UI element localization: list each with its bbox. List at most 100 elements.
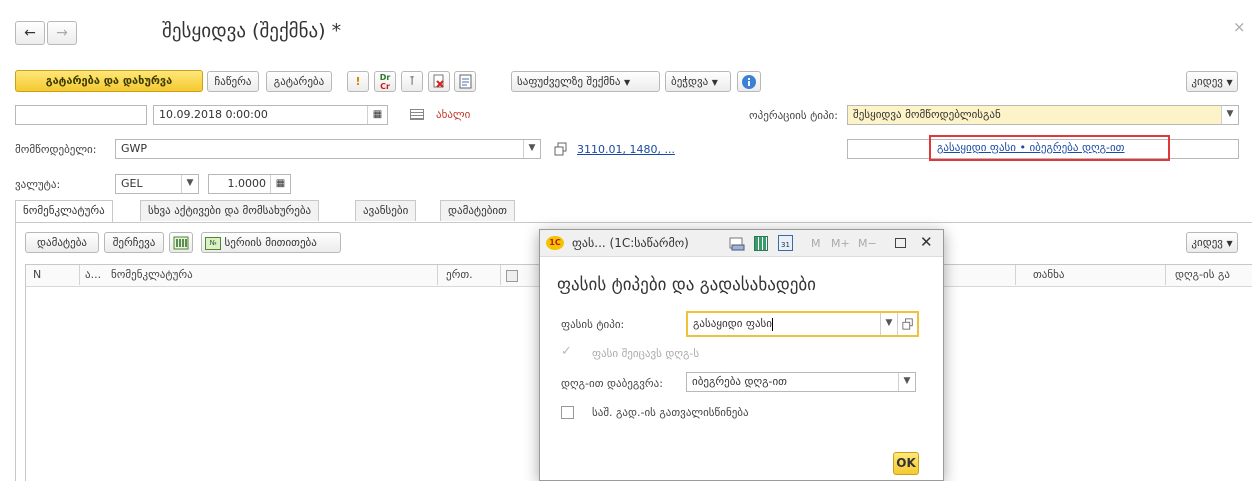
vat-included-checkbox[interactable]: ✓ [561,345,574,359]
warning-icon[interactable]: ! [347,71,369,92]
add-button[interactable]: დამატება [25,232,99,253]
price-types-dialog: 1C ფას... (1C:საწარმო) 31 M M+ M− ✕ ფასი… [539,229,944,481]
tab-nomenclature[interactable]: ნომენკლატურა [15,200,113,222]
back-button[interactable]: ← [15,21,45,45]
calendar-day: 31 [781,241,790,249]
create-based-on-label: საფუძველზე შექმნა [517,75,621,88]
app-logo-icon: 1C [546,236,564,250]
chevron-down-icon: ▼ [1226,239,1233,248]
supplier-field[interactable]: GWP ▼ [115,139,541,159]
memory-button[interactable]: M [811,237,821,250]
column-icon [506,270,518,282]
column-header-amount[interactable]: თანხა [1033,268,1064,282]
chevron-down-icon[interactable]: ▼ [1221,106,1238,124]
dialog-heading: ფასის ტიპები და გადასახადები [557,275,816,295]
operation-type-select[interactable]: შესყიდვა მომწოდებლისგან ▼ [847,105,1239,125]
print-label: ბეჭდვა [671,75,709,88]
calendar-icon[interactable]: ▦ [367,106,387,124]
rate-value: 1.0000 [227,177,267,190]
operation-type-value: შესყიდვა მომწოდებლისგან [853,108,1001,121]
supplier-value: GWP [121,142,148,155]
memory-plus-button[interactable]: M+ [831,237,850,250]
price-type-field[interactable]: გასაყიდი ფასი ▼ [686,311,919,337]
attachment-icon[interactable]: ⊺ [401,71,423,92]
post-and-close-button[interactable]: გატარება და დახურვა [15,70,203,92]
maximize-icon[interactable] [895,238,906,248]
serial-number-icon: № [205,236,221,250]
chevron-down-icon[interactable]: ▼ [523,140,540,158]
column-header-vat[interactable]: დღგ-ის გა [1175,268,1230,282]
column-divider [437,265,438,285]
more-button[interactable]: კიდევ ▼ [1186,71,1238,92]
forward-button[interactable]: → [47,21,77,45]
column-header-a[interactable]: ა... [85,268,101,282]
vat-taxation-label: დღგ-ით დაბეგვრა: [561,377,663,390]
cr-label: Cr [380,82,390,91]
column-divider [79,265,80,285]
report-icon[interactable] [454,71,476,92]
currency-label: ვალუტა: [15,178,61,191]
date-value: 10.09.2018 0:00:00 [159,108,268,121]
dialog-title: ფას... (1C:საწარმო) [572,236,689,250]
column-divider [1015,265,1016,285]
create-based-on-button[interactable]: საფუძველზე შექმნა ▼ [511,71,660,92]
text-cursor [772,317,773,331]
date-field[interactable]: 10.09.2018 0:00:00 ▦ [153,105,388,125]
status-icon [410,109,424,120]
close-icon[interactable]: × [1233,18,1246,36]
number-field[interactable] [15,105,147,125]
operation-type-label: ოპერაციის ტიპი: [749,109,838,122]
close-icon[interactable]: ✕ [920,233,933,251]
currency-value: GEL [121,177,143,190]
chevron-down-icon: ▼ [711,78,718,87]
save-button[interactable]: ჩაწერა [207,71,259,92]
column-header-nomenclature[interactable]: ნომენკლატურა [111,268,193,282]
rate-field[interactable]: 1.0000 ▦ [208,174,291,194]
serial-button[interactable]: № სერიის მითითება [201,232,341,253]
calendar-icon[interactable]: 31 [778,235,793,251]
price-type-label: ფასის ტიპი: [561,318,625,331]
price-type-value: გასაყიდი ფასი [693,317,772,330]
open-icon[interactable] [897,313,917,335]
excise-checkbox[interactable] [561,406,574,419]
excise-label: საშ. გად.-ის გათვალისწინება [592,406,749,419]
print-button[interactable]: ბეჭდვა ▼ [665,71,731,92]
tab-additional[interactable]: დამატებით [440,200,515,221]
price-vat-link[interactable]: გასაყიდი ფასი • იბეგრება დღგ-ით [937,141,1124,155]
status-new-label: ახალი [436,108,471,121]
column-header-unit[interactable]: ერთ. [446,268,473,282]
more-label: კიდევ [1191,75,1223,88]
vat-included-label: ფასი შეიცავს დღგ-ს [592,347,700,360]
column-header-n[interactable]: N [33,268,41,282]
table-more-button[interactable]: კიდევ ▼ [1186,232,1238,253]
barcode-icon[interactable] [169,232,193,253]
table-more-label: კიდევ [1191,236,1223,249]
chevron-down-icon[interactable]: ▼ [880,313,897,335]
calculator-icon[interactable] [754,236,768,251]
column-divider [1165,265,1166,285]
tab-advances[interactable]: ავანსები [355,200,417,221]
vat-taxation-value: იბეგრება დღგ-ით [692,375,787,388]
chevron-down-icon[interactable]: ▼ [898,373,915,391]
window-title: შესყიდვა (შექმნა) * [162,20,342,42]
save-icon[interactable] [729,236,745,251]
calculator-icon[interactable]: ▦ [270,175,290,193]
contract-link[interactable]: 3110.01, 1480, ... [577,143,675,157]
vat-taxation-select[interactable]: იბეგრება დღგ-ით ▼ [686,372,916,392]
serial-label: სერიის მითითება [224,236,317,249]
chevron-down-icon[interactable]: ▼ [181,175,198,193]
open-icon[interactable] [554,142,568,156]
memory-minus-button[interactable]: M− [858,237,877,250]
dr-cr-button[interactable]: Dr Cr [374,71,396,92]
chevron-down-icon: ▼ [623,78,631,87]
tab-other-assets[interactable]: სხვა აქტივები და მომსახურება [140,200,320,221]
pick-button[interactable]: შერჩევა [104,232,164,253]
ok-button[interactable]: OK [893,452,919,475]
info-icon[interactable] [737,71,761,92]
supplier-label: მომწოდებელი: [15,143,97,156]
dr-label: Dr [379,73,391,82]
chevron-down-icon: ▼ [1226,78,1233,87]
currency-select[interactable]: GEL ▼ [115,174,199,194]
post-button[interactable]: გატარება [266,71,332,92]
cancel-posting-icon[interactable] [428,71,450,92]
